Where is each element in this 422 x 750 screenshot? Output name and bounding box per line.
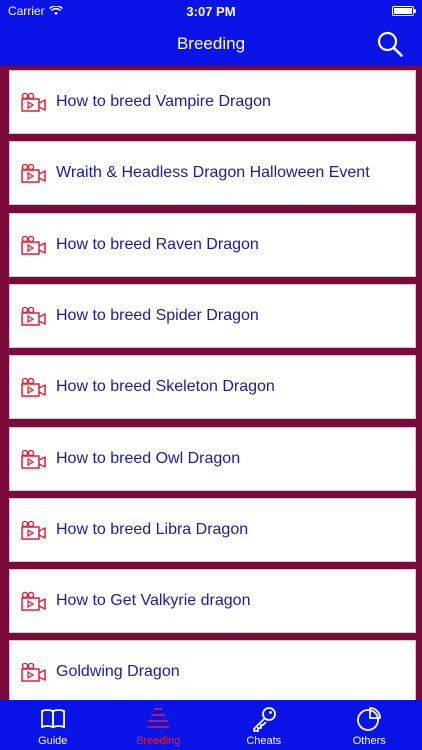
tab-label: Guide — [38, 735, 68, 747]
list-item-label: Goldwing Dragon — [56, 663, 180, 681]
wifi-icon — [48, 6, 63, 15]
list-item[interactable]: How to breed Vampire Dragon — [9, 70, 416, 134]
tab-cheats[interactable]: Cheats — [211, 700, 317, 750]
list-item-label: How to breed Skeleton Dragon — [56, 378, 275, 396]
status-time: 3:07 PM — [186, 3, 236, 19]
list-item[interactable]: Goldwing Dragon — [9, 640, 416, 700]
tab-bar: Guide Breeding Cheats Others — [0, 700, 422, 750]
list-item-label: How to breed Raven Dragon — [56, 235, 259, 253]
video-icon — [21, 163, 46, 184]
tab-guide[interactable]: Guide — [0, 700, 106, 750]
pie-chart-icon — [357, 707, 382, 731]
list-item-label: How to breed Vampire Dragon — [56, 93, 271, 110]
list-item-label: How to Get Valkyrie dragon — [56, 592, 251, 610]
navigation-bar: Breeding — [0, 22, 422, 66]
video-icon — [21, 92, 46, 112]
status-right — [274, 6, 416, 16]
list-item-label: How to breed Owl Dragon — [56, 449, 241, 467]
carrier-label: Carrier — [8, 4, 45, 18]
layers-icon — [147, 708, 170, 728]
video-icon — [21, 235, 46, 255]
video-icon — [21, 449, 46, 469]
status-left: Carrier — [8, 4, 148, 18]
tab-label: Cheats — [246, 735, 282, 747]
tab-label: Breeding — [136, 735, 181, 747]
tab-label: Others — [352, 735, 386, 747]
video-icon — [21, 520, 46, 540]
breeding-list: How to breed Vampire Dragon Wraith & Head… — [0, 66, 422, 700]
book-icon — [40, 709, 65, 729]
list-item-label: How to breed Libra Dragon — [56, 520, 249, 538]
video-icon — [21, 663, 46, 683]
list-item[interactable]: How to breed Raven Dragon — [9, 212, 416, 277]
list-item[interactable]: Wraith & Headless Dragon Halloween Event — [9, 141, 416, 206]
list-item[interactable]: How to breed Libra Dragon — [9, 497, 416, 562]
page-title: Breeding — [176, 34, 246, 53]
list-item[interactable]: How to breed Owl Dragon — [9, 426, 416, 491]
list-item[interactable]: How to breed Spider Dragon — [9, 283, 416, 348]
tab-breeding[interactable]: Breeding — [106, 700, 212, 750]
video-icon — [21, 591, 46, 611]
search-icon[interactable] — [376, 30, 404, 58]
list-item-label: How to breed Spider Dragon — [56, 306, 259, 324]
list-item[interactable]: How to breed Skeleton Dragon — [9, 355, 416, 420]
tab-others[interactable]: Others — [317, 700, 422, 750]
list-item[interactable]: How to Get Valkyrie dragon — [9, 569, 416, 634]
status-bar: Carrier 3:07 PM — [0, 0, 422, 22]
battery-icon — [392, 6, 416, 16]
list-item-label: Wraith & Headless Dragon Halloween Event — [56, 164, 370, 182]
video-icon — [21, 377, 46, 397]
key-icon — [252, 707, 276, 732]
video-icon — [21, 306, 46, 326]
